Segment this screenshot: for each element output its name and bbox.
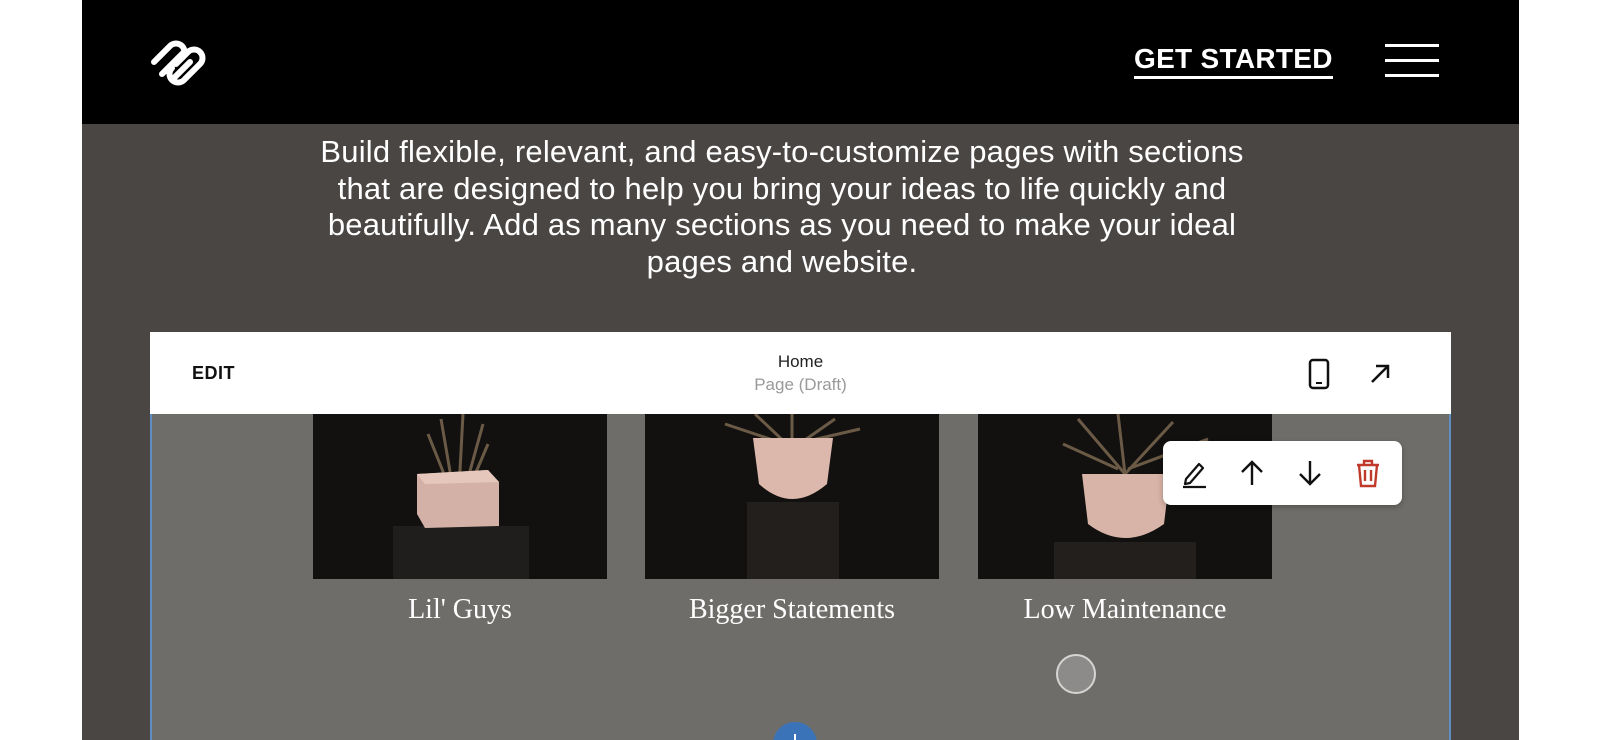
- mobile-preview-icon[interactable]: [1308, 358, 1330, 390]
- product-title[interactable]: Lil' Guys: [313, 594, 607, 626]
- get-started-link[interactable]: GET STARTED: [1134, 44, 1333, 79]
- intro-text: Build flexible, relevant, and easy-to-cu…: [320, 134, 1244, 279]
- product-title[interactable]: Bigger Statements: [645, 594, 939, 626]
- product-title[interactable]: Low Maintenance: [978, 594, 1272, 626]
- page-title: Home: [777, 352, 824, 371]
- editor-preview: EDIT Home Page (Draft) Lil' Guys Bigger …: [150, 332, 1451, 740]
- section-toolbar: [1163, 441, 1402, 505]
- editor-header: EDIT Home Page (Draft): [150, 332, 1451, 414]
- page-status: Page (Draft): [754, 375, 847, 394]
- site-header: GET STARTED: [82, 0, 1519, 124]
- squarespace-logo[interactable]: [148, 34, 210, 88]
- product-image[interactable]: [645, 414, 939, 579]
- trash-icon[interactable]: [1353, 457, 1383, 489]
- cursor-indicator: [1056, 654, 1096, 694]
- open-external-icon[interactable]: [1368, 362, 1392, 386]
- arrow-down-icon[interactable]: [1295, 457, 1325, 489]
- add-section-button[interactable]: [773, 722, 817, 740]
- menu-icon[interactable]: [1385, 44, 1439, 78]
- section-canvas[interactable]: Lil' Guys Bigger Statements Low Maintena…: [150, 414, 1451, 740]
- site-frame: GET STARTED Build flexible, relevant, an…: [82, 0, 1519, 740]
- arrow-up-icon[interactable]: [1237, 457, 1267, 489]
- product-image[interactable]: [313, 414, 607, 579]
- plant-image: [645, 414, 939, 579]
- plant-image: [313, 414, 607, 579]
- pencil-icon[interactable]: [1179, 457, 1209, 489]
